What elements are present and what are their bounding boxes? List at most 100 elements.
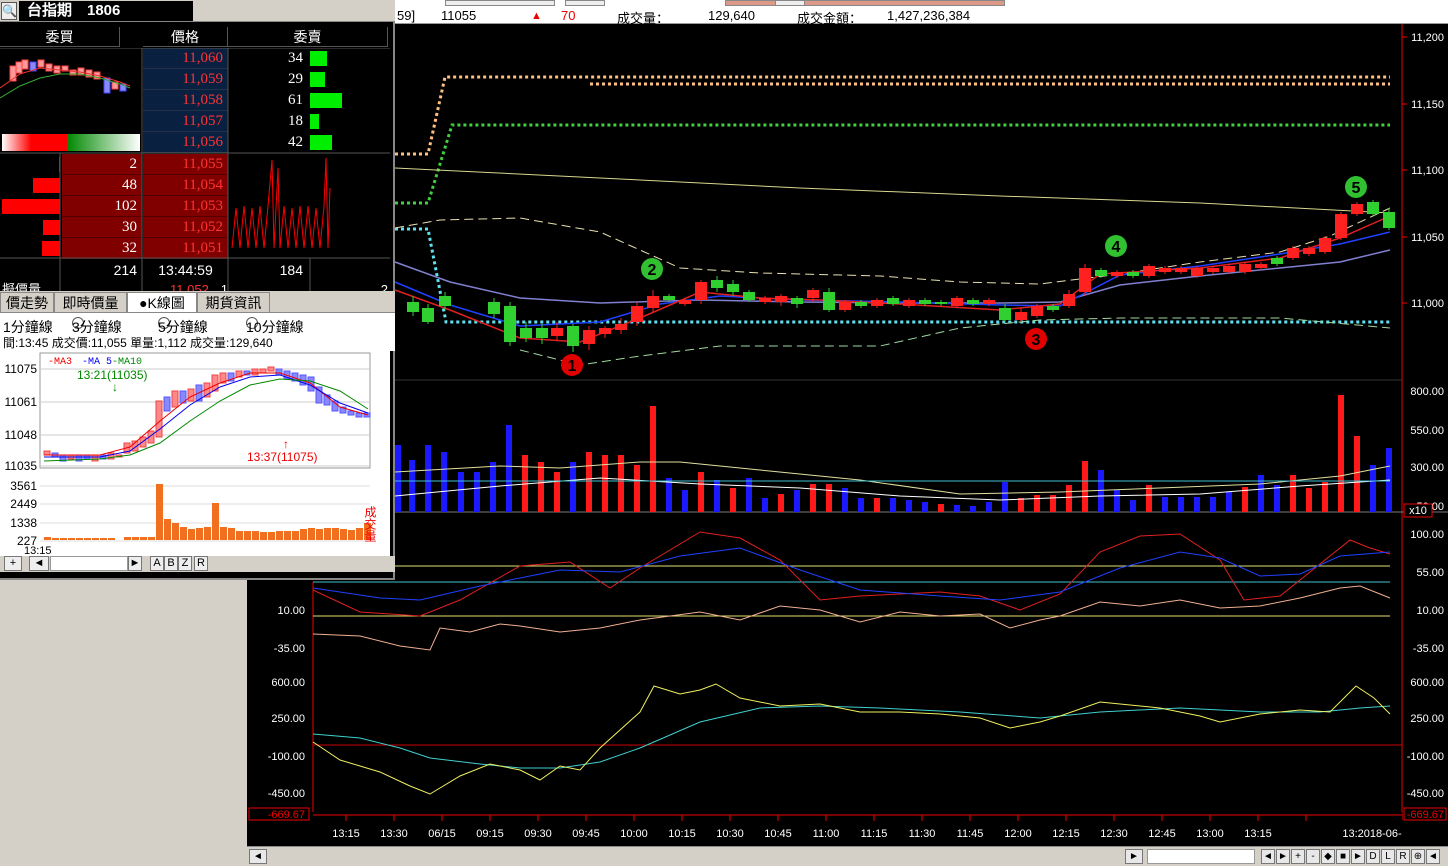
chart-tool-button[interactable]: ◆ [1321,849,1335,864]
time-tick: 13:15 [332,828,360,840]
osc-tick: 10.00 [1416,605,1444,617]
candle [967,300,979,304]
mini-toolbar: + ◄ ► A B Z R [0,556,395,572]
mini-vol-bar [300,529,307,540]
tab-3[interactable]: 期貨資訊 [197,292,270,312]
chart-tool-button[interactable]: ► [1351,849,1365,864]
candle [1143,266,1155,276]
symbol-select[interactable] [445,0,555,6]
osc-tick: -35.00 [1413,643,1444,655]
volume-bar [794,490,800,512]
mini-vol-bar [156,484,163,540]
marker-label: 4 [1112,239,1121,256]
candle [1095,270,1107,276]
time-tick: 12:15 [1052,828,1080,840]
volume-bar [890,498,896,512]
ind-tick-left: -669.67 [268,809,305,821]
sell-ratio-bar [67,134,140,151]
mini-ytick: 11061 [5,395,38,409]
mini-vol-bar [292,531,299,540]
volume-bar [570,462,576,512]
lower-band [519,317,1391,366]
mini-kline-chart[interactable]: 11075 11061 11048 11035 -MA3 -MA 5 -MA10 13:21(… [0,351,390,556]
time-tick: 06/15 [428,828,456,840]
tab-0[interactable]: 價走勢 [0,292,54,312]
volume-bar [746,478,752,512]
candle [903,300,915,306]
annot-low-arrow: ↓ [112,380,118,394]
mini-btn[interactable]: ◄ [29,556,49,571]
candle [887,298,899,304]
mini-btn[interactable]: A [150,556,164,571]
interval-label: 5分鐘線 [158,319,208,335]
legend-ma5: -MA 5 [82,357,112,368]
chart-tool-button[interactable]: ⊕ [1411,849,1425,864]
chart-tool-button[interactable]: D [1366,849,1380,864]
marker-label: 2 [648,262,657,279]
chart-tool-button[interactable]: R [1396,849,1410,864]
scroll-right-button[interactable]: ► [1125,849,1143,864]
zoom-slider[interactable] [1147,849,1255,864]
volume-bar [1370,465,1376,512]
mini-btn[interactable]: B [164,556,178,571]
candle [615,324,627,330]
mini-btn[interactable]: R [194,556,208,571]
panel-title-bar: 🔍 台指期 1806 [0,0,395,22]
mini-candle [187,388,195,402]
toolbar-strip [725,0,1005,6]
osc-tick: 100.00 [1410,529,1444,541]
candle [679,300,691,304]
chart-tool-button[interactable]: ► [1276,849,1290,864]
magnifier-icon[interactable]: 🔍 [1,2,17,20]
candle [647,296,659,308]
time-tick: 12:00 [1004,828,1032,840]
ind-tick-left: 250.00 [271,713,305,725]
volume-label: 成交量： [617,11,670,26]
mini-vol-bar [148,537,155,540]
price-change: 70 [561,8,576,23]
bottom-scrollbar[interactable]: ◄ ► ◄ ► + - ◆ ■ ► D L R ⊕ ◄ [247,846,1448,866]
time-tick: 09:30 [524,828,552,840]
up-arrow-icon: ▲ [531,10,542,22]
buy-ratio-bar [2,134,67,151]
mini-vol-bar [196,528,203,540]
candle [1063,294,1075,306]
candle [727,284,739,292]
chart-tool-button[interactable]: ◄ [1426,849,1440,864]
volume-bar [826,484,832,512]
tab-2[interactable]: ●K線圖 [127,292,197,312]
volume-bar [666,478,672,512]
chart-tool-button[interactable]: - [1306,849,1320,864]
mini-vol-bar [60,538,67,540]
chart-tool-button[interactable]: ■ [1336,849,1350,864]
mini-btn[interactable]: Z [178,556,192,571]
ind-tick-left: -450.00 [268,788,305,800]
candle [520,328,532,338]
volume-bar [778,494,784,512]
dropdown-box[interactable] [565,0,605,6]
mini-vol-bar [124,537,131,540]
mini-vol-bar [44,537,51,540]
amount-label: 成交金額： [797,11,863,26]
mini-vol-bar [244,531,251,540]
mini-vtick: 3561 [10,479,37,493]
chart-tool-button[interactable]: ◄ [1261,849,1275,864]
instrument-name[interactable]: 台指期 1806 [19,1,193,21]
scroll-left-button[interactable]: ◄ [249,849,267,864]
interval-label: 1分鐘線 [3,319,53,335]
k-line [312,531,1391,617]
mini-scroll-track[interactable] [50,556,128,571]
mini-btn[interactable]: ► [128,556,142,571]
tab-1[interactable]: 即時價量 [54,292,127,312]
candle [839,302,851,310]
mini-btn[interactable]: + [4,556,22,571]
osc-line3 [312,585,1391,651]
volume-bar [1178,497,1184,512]
chart-tool-button[interactable]: + [1291,849,1305,864]
candle [583,330,595,344]
time-tick: 09:15 [476,828,504,840]
candle [759,298,771,302]
chart-tool-button[interactable]: L [1381,849,1395,864]
volume-bar [1146,485,1152,512]
spin-box[interactable] [775,0,805,6]
